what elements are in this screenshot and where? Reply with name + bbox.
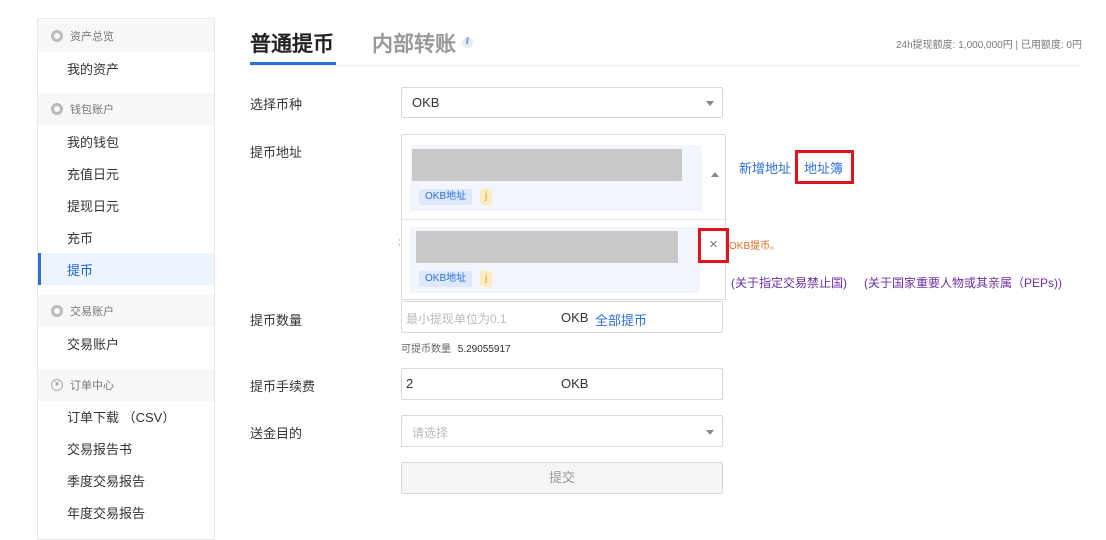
amount-input[interactable]: 最小提现单位为0.1 OKB 全部提币	[401, 301, 723, 333]
submit-button[interactable]: 提交	[401, 462, 723, 494]
section-header-order-center: ¥ 订单中心	[38, 369, 214, 401]
sidebar-item-trade-report[interactable]: 交易报告书	[38, 432, 214, 464]
circle-icon	[51, 103, 63, 115]
redacted-address	[412, 149, 682, 181]
coin-select[interactable]: OKB	[401, 87, 723, 118]
fee-value: 2	[406, 376, 414, 391]
sidebar-nav: 资产总览 我的资产 钱包账户 我的钱包 充值日元 提现日元 充币 提币 交易账户…	[37, 18, 215, 540]
fee-input[interactable]: 2 OKB	[401, 368, 723, 400]
amount-placeholder: 最小提现单位为0.1	[406, 312, 507, 326]
divider	[250, 65, 1082, 66]
sidebar-item-my-wallet[interactable]: 我的钱包	[38, 125, 214, 157]
sidebar-item-deposit-crypto[interactable]: 充币	[38, 221, 214, 253]
sidebar-item-quarterly-report[interactable]: 季度交易报告	[38, 464, 214, 496]
section-header-asset-overview: 资产总览	[38, 20, 214, 52]
sidebar-item-my-assets[interactable]: 我的资产	[38, 52, 214, 84]
chevron-up-icon	[711, 172, 719, 177]
tab-internal-transfer[interactable]: 内部转账	[372, 28, 456, 58]
amount-unit: OKB	[561, 310, 589, 325]
sidebar-item-deposit-jpy[interactable]: 充值日元	[38, 157, 214, 189]
address-label: 提币地址	[250, 145, 303, 160]
withdraw-all-link[interactable]: 全部提币	[595, 310, 647, 329]
address-type-tag: OKB地址	[419, 271, 473, 287]
sidebar-item-withdraw-crypto[interactable]: 提币	[38, 253, 214, 285]
purpose-placeholder: 请选择	[412, 426, 449, 440]
address-memo-tag: j	[480, 271, 493, 287]
chevron-down-icon	[706, 430, 714, 435]
address-type-tag: OKB地址	[419, 189, 473, 205]
sidebar-item-annual-report[interactable]: 年度交易报告	[38, 496, 214, 528]
section-header-trading-account: 交易账户	[38, 295, 214, 327]
new-address-link[interactable]: 新增地址	[739, 158, 791, 177]
sidebar-item-order-download[interactable]: 订单下载 （CSV）	[38, 400, 214, 432]
peps-link[interactable]: (关于国家重要人物或其亲属（PEPs))	[864, 274, 1062, 291]
withdraw-limit-text: 24h提现额度: 1,000,000円 | 已用额度: 0円	[895, 40, 1082, 51]
withdraw-notice-text: OKB提币。	[729, 241, 781, 252]
amount-label: 提币数量	[250, 313, 303, 328]
coin-label: 选择币种	[250, 97, 303, 112]
purpose-label: 送金目的	[250, 426, 303, 441]
address-book-link[interactable]: 地址簿	[804, 158, 843, 177]
divider	[402, 219, 725, 220]
fee-label: 提币手续费	[250, 379, 316, 394]
notice-fragment: :	[398, 237, 401, 248]
address-memo-tag: j	[480, 189, 493, 205]
sidebar-item-trading-account[interactable]: 交易账户	[38, 327, 214, 359]
redacted-address	[416, 231, 678, 263]
close-icon[interactable]: ×	[706, 236, 721, 254]
available-amount: 可提币数量 5.29055917	[401, 344, 511, 355]
banned-countries-link[interactable]: (关于指定交易禁止国)	[731, 274, 847, 291]
purpose-select[interactable]: 请选择	[401, 415, 723, 447]
fee-unit: OKB	[561, 376, 589, 391]
info-icon[interactable]: i	[462, 37, 473, 48]
tab-normal-withdraw[interactable]: 普通提币	[250, 28, 334, 58]
section-header-wallet-account: 钱包账户	[38, 93, 214, 125]
circle-icon	[51, 305, 63, 317]
yen-circle-icon: ¥	[51, 379, 63, 391]
sidebar-item-withdraw-jpy[interactable]: 提现日元	[38, 189, 214, 221]
circle-icon	[51, 30, 63, 42]
chevron-down-icon	[706, 101, 714, 106]
coin-select-value: OKB	[412, 95, 440, 110]
